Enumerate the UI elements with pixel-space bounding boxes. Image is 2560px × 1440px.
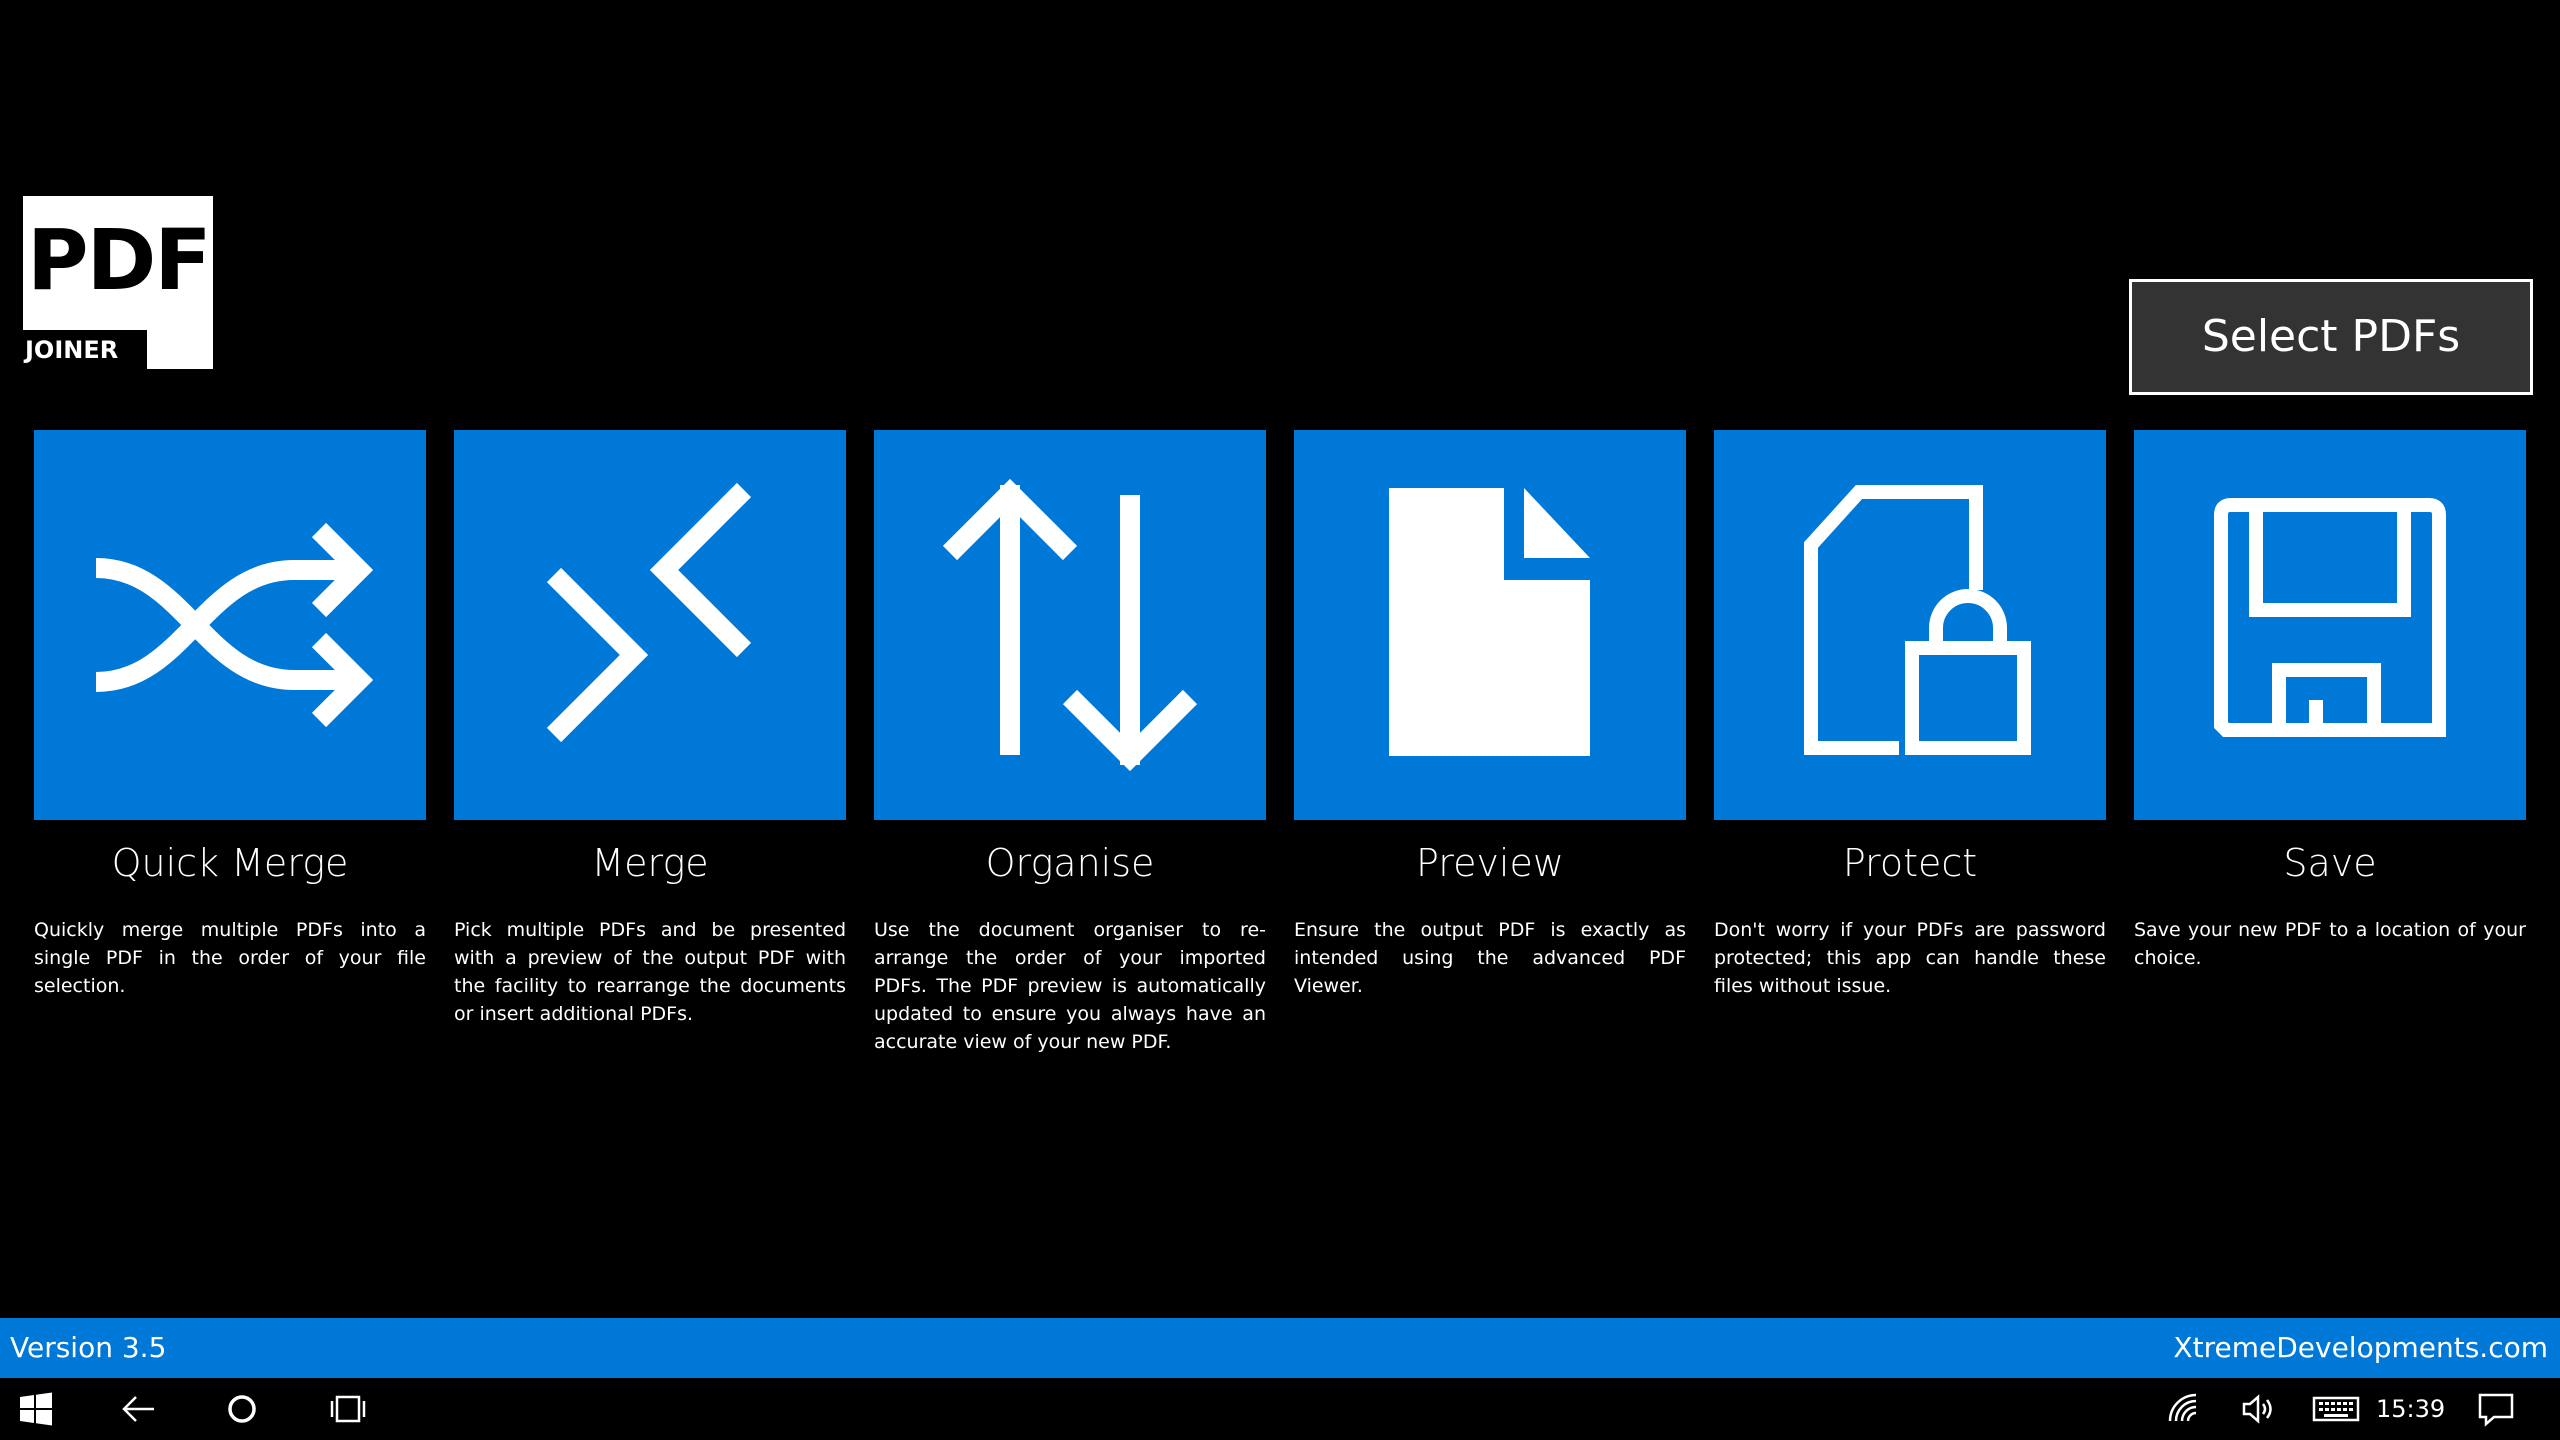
- feature-quick-merge[interactable]: Quick Merge Quickly merge multiple PDFs …: [34, 430, 426, 1000]
- feature-description: Save your new PDF to a location of your …: [2134, 919, 2526, 969]
- status-bar: Version 3.5 XtremeDevelopments.com: [0, 1318, 2560, 1378]
- feature-title: Protect: [1842, 841, 1978, 885]
- floppy-disk-icon: [2214, 498, 2446, 737]
- feature-description: Ensure the output PDF is exactly as inte…: [1294, 919, 1686, 997]
- app-window: PDF JOINER Select PDFs Quick Merge Quick…: [0, 0, 2560, 1440]
- shuffle-icon: [95, 522, 374, 728]
- feature-title: Preview: [1416, 841, 1564, 885]
- windows-start-icon[interactable]: [16, 1389, 56, 1429]
- feature-merge[interactable]: Merge Pick multiple PDFs and be presente…: [454, 430, 846, 1028]
- cortana-icon[interactable]: [222, 1389, 262, 1429]
- feature-description: Quickly merge multiple PDFs into a singl…: [34, 919, 426, 997]
- select-pdfs-button[interactable]: Select PDFs: [2129, 279, 2533, 395]
- wifi-icon[interactable]: [2164, 1389, 2204, 1429]
- feature-title: Merge: [591, 841, 709, 885]
- feature-tile[interactable]: [2134, 430, 2526, 820]
- feature-description: Don't worry if your PDFs are password pr…: [1714, 919, 2106, 997]
- protected-document-icon: [1804, 485, 2031, 755]
- document-icon: [1389, 488, 1590, 756]
- logo-main-text: PDF: [27, 211, 212, 309]
- feature-description: Use the document organiser to re-arrange…: [874, 919, 1266, 1053]
- feature-protect[interactable]: Protect Don't worry if your PDFs are pas…: [1714, 430, 2106, 1000]
- feature-title: Organise: [985, 841, 1155, 885]
- keyboard-icon[interactable]: [2312, 1389, 2360, 1429]
- merge-icon: [546, 482, 752, 743]
- windows-taskbar: 15:39: [0, 1378, 2560, 1440]
- feature-tile[interactable]: [1714, 430, 2106, 820]
- taskbar-clock[interactable]: 15:39: [2376, 1378, 2445, 1440]
- feature-save[interactable]: Save Save your new PDF to a location of …: [2134, 430, 2526, 972]
- feature-description: Pick multiple PDFs and be presented with…: [454, 919, 846, 1025]
- feature-title: Quick Merge: [111, 841, 349, 885]
- task-view-icon[interactable]: [328, 1389, 368, 1429]
- feature-tile[interactable]: [34, 430, 426, 820]
- sort-arrows-icon: [942, 478, 1198, 772]
- back-arrow-icon[interactable]: [118, 1389, 158, 1429]
- feature-title: Save: [2283, 841, 2377, 885]
- app-logo: PDF JOINER: [23, 196, 213, 369]
- feature-preview[interactable]: Preview Ensure the output PDF is exactly…: [1294, 430, 1686, 1000]
- feature-tile[interactable]: [874, 430, 1266, 820]
- version-label: Version 3.5: [10, 1331, 167, 1364]
- logo-sub-text: JOINER: [25, 336, 119, 364]
- website-link[interactable]: XtremeDevelopments.com: [2173, 1318, 2548, 1378]
- action-center-icon[interactable]: [2476, 1389, 2516, 1429]
- feature-organise[interactable]: Organise Use the document organiser to r…: [874, 430, 1266, 1056]
- feature-tile[interactable]: [1294, 430, 1686, 820]
- feature-tile[interactable]: [454, 430, 846, 820]
- volume-icon[interactable]: [2238, 1389, 2278, 1429]
